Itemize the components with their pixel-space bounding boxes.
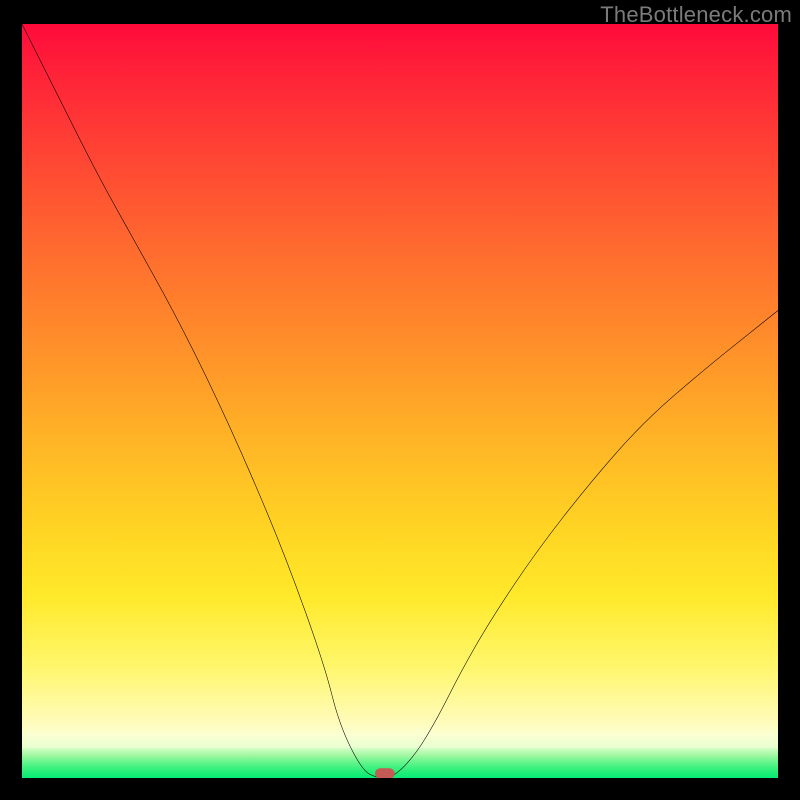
bottleneck-curve-svg [22, 24, 778, 778]
chart-frame: TheBottleneck.com [0, 0, 800, 800]
watermark-text: TheBottleneck.com [600, 2, 792, 28]
bottleneck-curve [22, 24, 778, 778]
plot-area [22, 24, 778, 778]
optimal-marker [375, 768, 395, 778]
